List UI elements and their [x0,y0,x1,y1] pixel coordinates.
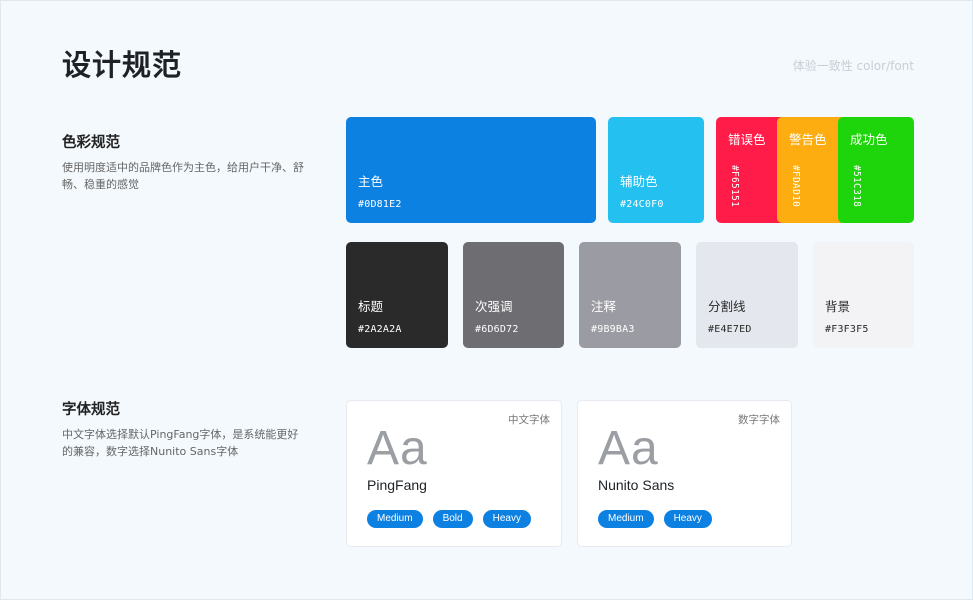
swatch-name: 主色 [358,174,384,189]
swatch-name: 辅助色 [620,174,658,189]
font-card-tag: 数字字体 [738,414,780,426]
font-sample: Aa [598,422,659,475]
swatch-hex: #9B9BA3 [591,324,635,335]
font-section-title: 字体规范 [62,402,120,418]
font-card-chinese: 中文字体 Aa PingFang Medium Bold Heavy [346,400,562,547]
swatch-hex: #51C318 [851,165,862,208]
color-section-title: 色彩规范 [62,135,120,151]
weight-pill-medium[interactable]: Medium [367,510,423,528]
swatch-hex: #E4E7ED [708,324,752,335]
weight-pill-heavy[interactable]: Heavy [482,510,531,528]
page-subtitle: 体验一致性 color/font [792,59,914,73]
font-card-tag: 中文字体 [508,414,550,426]
font-section-description: 中文字体选择默认PingFang字体，是系统能更好的兼容，数字选择Nunito … [62,428,299,458]
title-color-swatch[interactable]: 标题 #2A2A2A [346,242,448,348]
swatch-hex: #24C0F0 [620,199,664,210]
swatch-hex: #6D6D72 [475,324,519,335]
annotation-color-swatch[interactable]: 注释 #9B9BA3 [579,242,681,348]
swatch-hex: #2A2A2A [358,324,402,335]
primary-color-swatch[interactable]: 主色 #0D81E2 [346,117,596,223]
weight-pill-heavy[interactable]: Heavy [663,510,712,528]
color-section-description: 使用明度适中的品牌色作为主色，给用户干净、舒畅、稳重的感觉 [62,161,304,191]
background-color-swatch[interactable]: 背景 #F3F3F5 [813,242,914,348]
font-weight-list: Medium Heavy [598,510,712,528]
font-weight-list: Medium Bold Heavy [367,510,531,528]
weight-pill-bold[interactable]: Bold [432,510,473,528]
swatch-name: 背景 [825,299,851,314]
weight-pill-medium[interactable]: Medium [598,510,654,528]
swatch-name: 分割线 [708,299,746,314]
swatch-name: 次强调 [475,299,513,314]
swatch-hex: #F3F3F5 [825,324,869,335]
swatch-hex: #F65151 [729,165,740,208]
swatch-name: 标题 [358,299,384,314]
swatch-hex: #FDAD10 [790,165,801,208]
secondary-color-swatch[interactable]: 辅助色 #24C0F0 [608,117,704,223]
font-card-number: 数字字体 Aa Nunito Sans Medium Heavy [577,400,792,547]
page-title: 设计规范 [62,48,183,82]
swatch-hex: #0D81E2 [358,199,402,210]
secondary-emphasis-color-swatch[interactable]: 次强调 #6D6D72 [463,242,564,348]
divider-color-swatch[interactable]: 分割线 #E4E7ED [696,242,798,348]
success-color-swatch[interactable]: 成功色 #51C318 [838,117,914,223]
font-name: PingFang [367,477,427,493]
font-sample: Aa [367,422,428,475]
font-name: Nunito Sans [598,477,675,493]
swatch-name: 注释 [591,299,617,314]
